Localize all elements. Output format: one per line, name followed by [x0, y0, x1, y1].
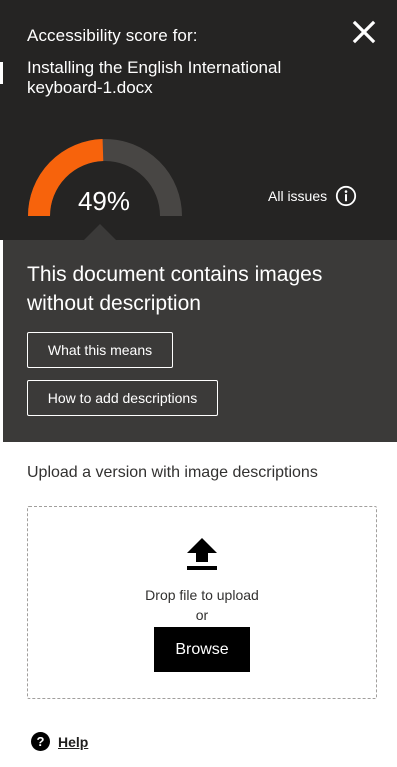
issue-title: This document contains images without de… [27, 263, 323, 315]
drop-file-text: Drop file to upload [145, 587, 259, 603]
all-issues-link[interactable]: All issues [268, 184, 357, 208]
help-label: Help [58, 733, 89, 750]
what-this-means-button[interactable]: What this means [27, 332, 173, 368]
close-button[interactable] [346, 14, 382, 50]
document-name: Installing the English International key… [27, 58, 282, 97]
issue-edge [0, 240, 3, 442]
score-percentage: 49% [77, 186, 131, 216]
focus-indicator [0, 62, 3, 84]
panel-title: Accessibility score for: [27, 26, 198, 45]
how-to-add-descriptions-button[interactable]: How to add descriptions [27, 380, 218, 416]
help-link[interactable]: ? Help [31, 732, 88, 751]
upload-label: Upload a version with image descriptions [27, 464, 318, 481]
browse-button[interactable]: Browse [154, 627, 250, 672]
close-icon [352, 20, 376, 44]
or-text: or [195, 607, 209, 623]
svg-text:?: ? [37, 734, 45, 749]
issue-pointer [83, 224, 117, 241]
all-issues-label: All issues [268, 188, 328, 204]
accessibility-panel: Accessibility score for: Installing the … [0, 0, 397, 767]
upload-arrow-icon [187, 538, 217, 570]
info-circle-icon [336, 185, 357, 207]
question-circle-icon: ? [31, 732, 50, 751]
